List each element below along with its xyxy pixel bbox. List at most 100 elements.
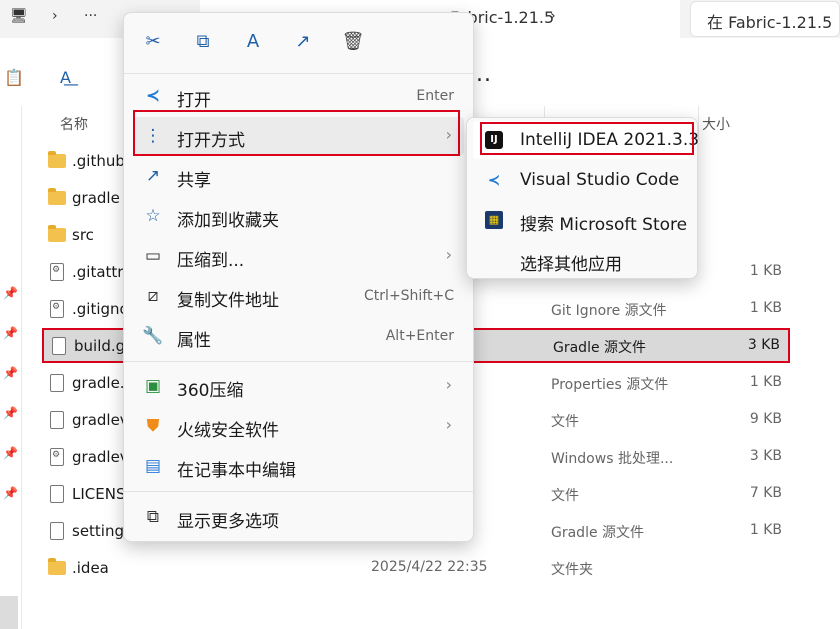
intellij-icon: IJ: [485, 131, 503, 149]
file-name: build.g: [74, 337, 126, 355]
huorong-icon: ⛊: [146, 416, 160, 436]
pin-icon[interactable]: 📌: [3, 406, 18, 420]
notepad-icon: ▤: [144, 456, 162, 476]
file-icon: [50, 374, 64, 392]
file-name: gradle.: [72, 374, 125, 392]
submenu-item-vscode[interactable]: ≺ Visual Studio Code: [473, 161, 691, 199]
pin-icon[interactable]: 📌: [3, 446, 18, 460]
chevron-right-icon: ›: [445, 375, 452, 394]
360zip-icon: ▣: [144, 376, 162, 396]
file-type: Git Ignore 源文件: [551, 303, 667, 319]
menu-item-edit-notepad[interactable]: ▤ 在记事本中编辑: [134, 447, 464, 485]
menu-item-360zip[interactable]: ▣ 360压缩 ›: [134, 367, 464, 405]
file-name: .idea: [72, 559, 109, 577]
chevron-right-icon[interactable]: ›: [550, 8, 556, 24]
file-icon: [50, 522, 64, 540]
open-with-submenu: IJ IntelliJ IDEA 2021.3.3 ≺ Visual Studi…: [466, 117, 699, 279]
file-size: 1 KB: [749, 522, 782, 538]
store-icon: ▦: [485, 211, 503, 229]
star-icon: ☆: [145, 206, 161, 226]
pin-icon[interactable]: 📌: [3, 326, 18, 340]
delete-icon[interactable]: 🗑: [340, 29, 366, 55]
vscode-icon: ≺: [145, 86, 161, 106]
file-name: src: [72, 226, 94, 244]
menu-item-properties[interactable]: 🔧 属性 Alt+Enter: [134, 317, 464, 355]
settings-file-icon: [50, 263, 64, 281]
more-options-icon: ⧉: [146, 507, 160, 527]
menu-item-compress-to[interactable]: ▭ 压缩到... ›: [134, 237, 464, 275]
settings-file-icon: [50, 448, 64, 466]
menu-separator: [124, 491, 473, 492]
file-size: 1 KB: [749, 300, 782, 316]
rename-icon[interactable]: A͟: [60, 68, 71, 87]
menu-item-show-more-options[interactable]: ⧉ 显示更多选项: [134, 498, 464, 536]
file-size: 7 KB: [749, 485, 782, 501]
copy-icon[interactable]: ⧉: [190, 29, 216, 55]
menu-item-share[interactable]: ↗ 共享: [134, 157, 464, 195]
compress-icon: ▭: [144, 246, 162, 266]
menu-item-add-favorite[interactable]: ☆ 添加到收藏夹: [134, 197, 464, 235]
file-type: 文件: [551, 414, 579, 430]
folder-icon: [48, 188, 66, 205]
file-type: Gradle 源文件: [551, 525, 645, 541]
shortcut-label: Ctrl+Shift+C: [364, 288, 454, 304]
rename-icon[interactable]: A: [240, 29, 266, 55]
menu-item-open[interactable]: ≺ 打开 Enter: [134, 77, 464, 115]
file-size: 1 KB: [749, 263, 782, 279]
context-menu: ✂ ⧉ A ↗ 🗑 ≺ 打开 Enter ⋮ 打开方式 › ↗ 共享 ☆ 添加到…: [123, 12, 474, 542]
folder-icon: [48, 225, 66, 242]
submenu-item-choose-other[interactable]: 选择其他应用: [473, 241, 691, 279]
computer-icon[interactable]: 🖥: [10, 8, 28, 24]
file-size: 9 KB: [749, 411, 782, 427]
chevron-right-icon: ›: [445, 125, 452, 144]
file-row[interactable]: .idea 2025/4/22 22:35 文件夹: [42, 551, 790, 587]
column-header-name[interactable]: 名称: [60, 106, 120, 140]
file-name: gradlev: [72, 411, 129, 429]
share-icon[interactable]: ↗: [290, 29, 316, 55]
file-icon: [52, 337, 66, 355]
file-size: 3 KB: [749, 448, 782, 464]
file-name: gradle: [72, 189, 120, 207]
file-type: Windows 批处理...: [551, 451, 674, 467]
file-type: 文件: [551, 488, 579, 504]
file-name: LICENS: [72, 485, 126, 503]
menu-item-huorong[interactable]: ⛊ 火绒安全软件 ›: [134, 407, 464, 445]
file-name: .gitigno: [72, 300, 129, 318]
search-input[interactable]: 在 Fabric-1.21.5: [690, 1, 840, 37]
file-name: gradlev: [72, 448, 129, 466]
file-size: 1 KB: [749, 374, 782, 390]
breadcrumb-more-icon[interactable]: ···: [84, 8, 97, 24]
submenu-item-intellij[interactable]: IJ IntelliJ IDEA 2021.3.3: [473, 121, 699, 159]
paste-icon[interactable]: 📋: [4, 68, 24, 87]
navigation-pane: 📌 📌 📌 📌 📌 📌: [0, 106, 22, 629]
submenu-item-store[interactable]: ▦ 搜索 Microsoft Store: [473, 201, 691, 239]
chevron-right-icon[interactable]: ›: [52, 8, 58, 24]
chevron-right-icon: ›: [445, 415, 452, 434]
folder-icon: [48, 558, 66, 575]
pin-icon[interactable]: 📌: [3, 366, 18, 380]
file-size: 3 KB: [747, 337, 780, 353]
file-date: 2025/4/22 22:35: [371, 559, 488, 575]
column-header-size[interactable]: 大小: [702, 106, 762, 140]
menu-separator: [124, 361, 473, 362]
settings-file-icon: [50, 300, 64, 318]
nav-scrollbar[interactable]: [0, 596, 18, 629]
file-type: Properties 源文件: [551, 377, 669, 393]
file-name: setting: [72, 522, 125, 540]
copy-path-icon: ⧄: [147, 286, 159, 306]
vscode-icon: ≺: [487, 171, 501, 189]
search-input-text: 在 Fabric-1.21.5: [707, 13, 833, 32]
cut-icon[interactable]: ✂: [140, 29, 166, 55]
menu-item-copy-path[interactable]: ⧄ 复制文件地址 Ctrl+Shift+C: [134, 277, 464, 315]
file-name: .gitattr: [72, 263, 124, 281]
menu-separator: [124, 73, 473, 74]
file-name: .github: [72, 152, 125, 170]
wrench-icon: 🔧: [142, 326, 164, 346]
file-icon: [50, 411, 64, 429]
share-icon: ↗: [145, 166, 161, 186]
pin-icon[interactable]: 📌: [3, 486, 18, 500]
pin-icon[interactable]: 📌: [3, 286, 18, 300]
file-type: 文件夹: [551, 562, 593, 578]
shortcut-label: Alt+Enter: [385, 328, 454, 344]
menu-item-open-with[interactable]: ⋮ 打开方式 ›: [134, 117, 464, 155]
